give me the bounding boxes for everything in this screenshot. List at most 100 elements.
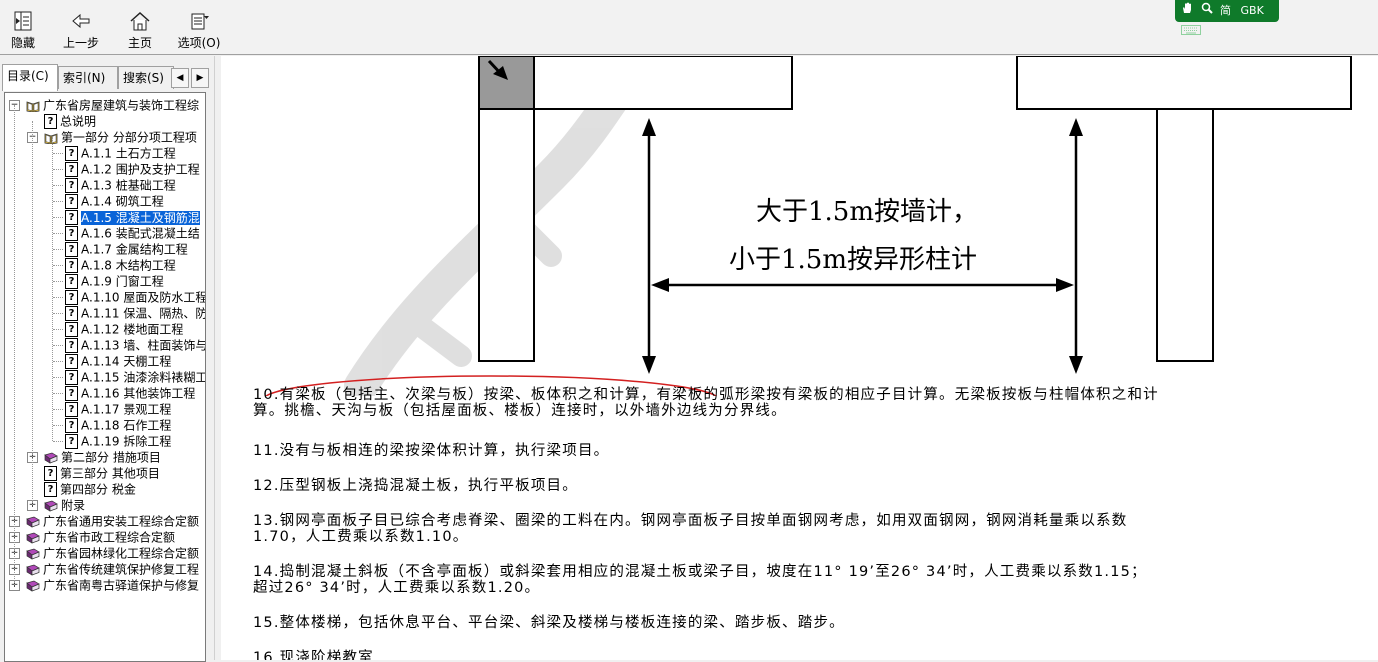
back-label: 上一步	[62, 36, 99, 50]
tree-guide-line	[53, 249, 63, 250]
tree-item[interactable]: + 广东省通用安装工程综合定额	[9, 513, 199, 529]
tree-item[interactable]: ? A.1.9 门窗工程	[65, 273, 164, 289]
tree-item[interactable]: ? A.1.16 其他装饰工程	[65, 385, 195, 401]
tree-item-label: 总说明	[60, 114, 97, 129]
tree-item-label: A.1.8 木结构工程	[81, 258, 176, 273]
paragraph-line: 10.有梁板（包括主、次梁与板）按梁、板体积之和计算，有梁板的弧形梁按有梁板的相…	[253, 387, 1159, 403]
help-topic-icon: ?	[65, 242, 78, 257]
tree-item[interactable]: ? A.1.4 砌筑工程	[65, 193, 164, 209]
tree-item[interactable]: − 广东省房屋建筑与装饰工程综	[9, 97, 199, 113]
tab-scroll-right-icon[interactable]: ▶	[191, 68, 209, 88]
hide-button[interactable]: 隐藏	[6, 10, 40, 52]
ime-encoding[interactable]: GBK	[1241, 0, 1264, 22]
tree-guide-line	[53, 409, 63, 410]
tree-item[interactable]: ? 总说明	[27, 113, 96, 129]
tree-item[interactable]: ? A.1.8 木结构工程	[65, 257, 176, 273]
tree-item[interactable]: + 第二部分 措施项目	[27, 449, 161, 465]
book-icon	[26, 516, 40, 528]
tree-item[interactable]: ? A.1.2 围护及支护工程	[65, 161, 200, 177]
tree-guide-line	[53, 265, 63, 266]
paragraph-line: 12.压型钢板上浇捣混凝土板，执行平板项目。	[253, 478, 578, 494]
contents-tree[interactable]: − 广东省房屋建筑与装饰工程综? 总说明 − 第一部分 分部分项工程项? A.1.1 土石…	[4, 92, 206, 662]
content-pane[interactable]: 大于1.5m按墙计， 小于1.5m按异形柱计 10.有梁板（包括主、次梁与板）按…	[221, 56, 1378, 660]
tree-item-label: 第二部分 措施项目	[61, 450, 161, 465]
paragraph-line: 13.钢网亭面板子目已综合考虑脊梁、圈梁的工料在内。钢网亭面板子目按单面钢网考虑…	[253, 513, 1128, 529]
tree-item-label: A.1.14 天棚工程	[81, 354, 172, 369]
tree-item[interactable]: ? A.1.18 石作工程	[65, 417, 171, 433]
paragraph-line: 11.没有与板相连的梁按梁体积计算，执行梁项目。	[253, 443, 610, 459]
ime-mode[interactable]: 简	[1220, 0, 1231, 22]
tree-item-label: A.1.19 拆除工程	[81, 434, 172, 449]
help-topic-icon: ?	[65, 354, 78, 369]
back-button[interactable]: 上一步	[60, 10, 102, 52]
help-topic-icon: ?	[65, 258, 78, 273]
tree-item[interactable]: + 附录	[27, 497, 85, 513]
ime-status-bar[interactable]: 简 GBK	[1175, 0, 1279, 35]
options-icon	[191, 13, 209, 30]
right-column	[1156, 108, 1214, 362]
right-slab	[1016, 56, 1352, 110]
tree-item[interactable]: ? A.1.6 装配式混凝土结	[65, 225, 200, 241]
help-topic-icon: ?	[65, 194, 78, 209]
tree-item-label: A.1.17 景观工程	[81, 402, 172, 417]
home-button[interactable]: 主页	[124, 10, 156, 52]
tree-item[interactable]: ? A.1.10 屋面及防水工程	[65, 289, 206, 305]
tree-item-label: A.1.5 混凝土及钢筋混	[81, 210, 200, 225]
tab-search[interactable]: 搜索(S)	[118, 66, 174, 89]
tree-item[interactable]: + 广东省传统建筑保护修复工程	[9, 561, 199, 577]
tree-item[interactable]: ? 第三部分 其他项目	[27, 465, 160, 481]
tree-item-label: 第三部分 其他项目	[60, 466, 160, 481]
tree-guide-line	[53, 393, 63, 394]
book-icon	[26, 532, 40, 544]
tree-item-label: 广东省通用安装工程综合定额	[43, 514, 200, 529]
tree-guide-line	[53, 425, 63, 426]
tree-item[interactable]: ? A.1.7 金属结构工程	[65, 241, 188, 257]
tree-item[interactable]: ? A.1.17 景观工程	[65, 401, 171, 417]
paragraph-line: 算。挑檐、天沟与板（包括屋面板、楼板）连接时，以外墙外边线为分界线。	[253, 403, 787, 419]
help-topic-icon: ?	[44, 114, 57, 129]
tree-guide-line	[53, 201, 63, 202]
tree-item-label: 第一部分 分部分项工程项	[61, 130, 197, 145]
tab-index[interactable]: 索引(N)	[58, 66, 118, 89]
tree-item-label: A.1.2 围护及支护工程	[81, 162, 200, 177]
tree-item[interactable]: ? A.1.11 保温、隔热、防	[65, 305, 205, 321]
help-topic-icon: ?	[65, 322, 78, 337]
tree-item[interactable]: ? A.1.5 混凝土及钢筋混	[65, 209, 200, 225]
tree-item[interactable]: ? A.1.14 天棚工程	[65, 353, 171, 369]
tree-item[interactable]: + 广东省园林绿化工程综合定额	[9, 545, 199, 561]
tree-item[interactable]: ? A.1.3 桩基础工程	[65, 177, 176, 193]
tree-item-label: 广东省南粤古驿道保护与修复	[43, 578, 200, 593]
tree-item-label: 广东省市政工程综合定额	[43, 530, 176, 545]
options-button[interactable]: 选项(O)	[176, 10, 222, 52]
tree-guide-line	[53, 361, 63, 362]
nav-tabs: 目录(C) 索引(N) 搜索(S) ◀ ▶	[0, 64, 214, 91]
paragraph-line: 1.70，人工费乘以系数1.10。	[253, 529, 469, 545]
help-topic-icon: ?	[65, 146, 78, 161]
tab-scroll-left-icon[interactable]: ◀	[171, 68, 189, 88]
tree-item[interactable]: ? A.1.13 墙、柱面装饰与	[65, 337, 205, 353]
paragraph-line: 超过26° 34’时，人工费乘以系数1.20。	[253, 580, 541, 596]
book-icon	[26, 580, 40, 592]
tree-item[interactable]: + 广东省市政工程综合定额	[9, 529, 175, 545]
book-icon	[44, 500, 58, 512]
tree-item-label: A.1.10 屋面及防水工程	[81, 290, 206, 305]
keyboard-icon[interactable]	[1181, 22, 1201, 44]
tree-item[interactable]: ? A.1.1 土石方工程	[65, 145, 176, 161]
tree-item-label: 广东省传统建筑保护修复工程	[43, 562, 200, 577]
hand-icon[interactable]	[1181, 0, 1193, 22]
tree-guide-line	[53, 217, 63, 218]
help-topic-icon: ?	[65, 226, 78, 241]
tree-item[interactable]: ? A.1.15 油漆涂料裱糊工	[65, 369, 205, 385]
help-topic-icon: ?	[65, 306, 78, 321]
home-label: 主页	[127, 36, 152, 50]
tree-item[interactable]: ? 第四部分 税金	[27, 481, 136, 497]
tree-item[interactable]: + 广东省南粤古驿道保护与修复	[9, 577, 199, 593]
paragraph-line: 16.现浇阶梯教室	[253, 650, 374, 660]
left-column	[478, 108, 535, 362]
search-icon[interactable]	[1201, 0, 1213, 22]
help-topic-icon: ?	[65, 370, 78, 385]
tab-contents[interactable]: 目录(C)	[2, 64, 58, 91]
tree-item[interactable]: ? A.1.19 拆除工程	[65, 433, 171, 449]
tree-item[interactable]: ? A.1.12 楼地面工程	[65, 321, 183, 337]
help-topic-icon: ?	[65, 210, 78, 225]
